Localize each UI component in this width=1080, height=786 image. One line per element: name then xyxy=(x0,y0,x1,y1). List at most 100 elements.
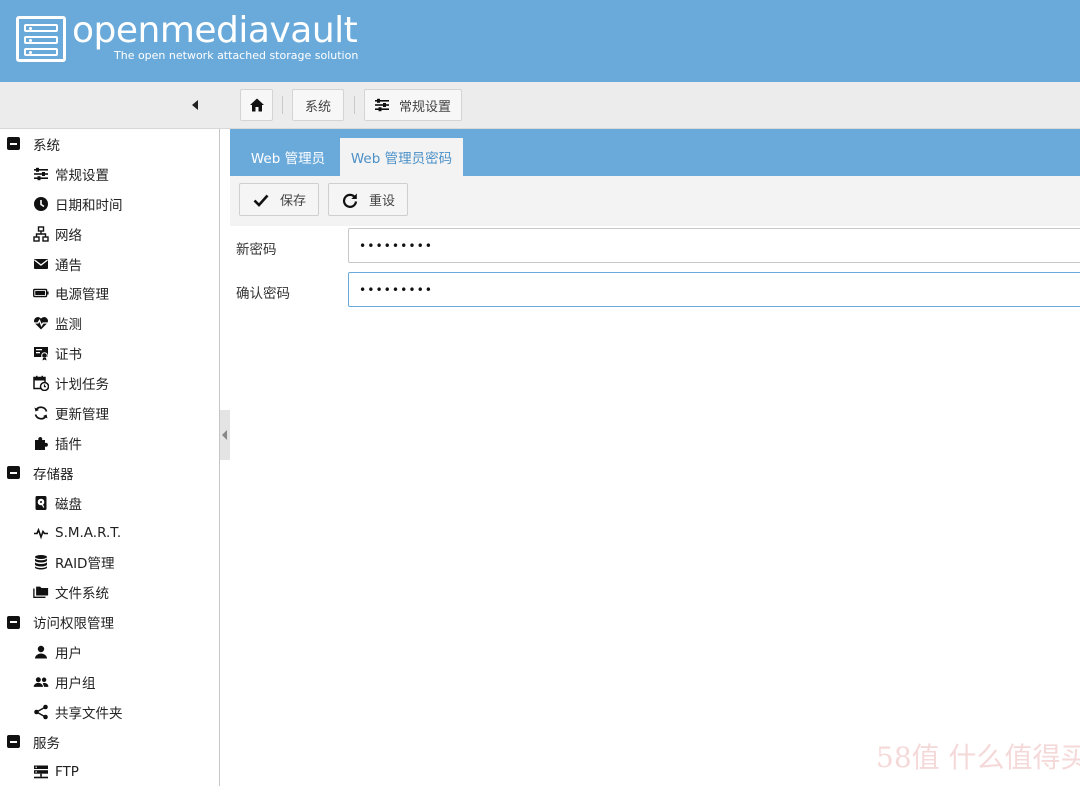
sidebar-group-label: 存储器 xyxy=(33,466,74,483)
reset-button-label: 重设 xyxy=(369,194,396,209)
sidebar-item-groups[interactable]: 用户组 xyxy=(0,667,219,697)
sidebar-item-label: 通告 xyxy=(55,257,82,274)
network-icon xyxy=(32,225,50,242)
sidebar-group-storage[interactable]: 存储器 xyxy=(0,458,219,488)
breadcrumb-general-settings[interactable]: 常规设置 xyxy=(364,89,462,121)
confirm-password-field[interactable] xyxy=(348,272,1080,307)
main-panel: Web 管理员 Web 管理员密码 保存 重设 新密码 确认密码 xyxy=(230,129,1080,786)
sidebar-group-label: 系统 xyxy=(33,137,60,154)
app-header: openmediavault The open network attached… xyxy=(0,0,1080,82)
tab-web-admin-password[interactable]: Web 管理员密码 xyxy=(340,138,463,176)
sidebar-group-services[interactable]: 服务 xyxy=(0,727,219,757)
sidebar-item-certificates[interactable]: 证书 xyxy=(0,338,219,368)
breadcrumb-general-label: 常规设置 xyxy=(399,99,452,115)
certificate-icon xyxy=(32,345,50,361)
collapse-minus-icon xyxy=(7,137,20,151)
sidebar-item-date-time[interactable]: 日期和时间 xyxy=(0,189,219,219)
sidebar-group-system[interactable]: 系统 xyxy=(0,129,219,159)
sidebar-item-label: 文件系统 xyxy=(55,586,109,603)
sidebar-item-label: 网络 xyxy=(55,227,82,244)
sidebar-item-label: 更新管理 xyxy=(55,406,109,423)
sidebar-item-label: 日期和时间 xyxy=(55,197,123,214)
server-icon xyxy=(32,764,50,780)
calendar-clock-icon xyxy=(32,375,50,392)
password-form: 新密码 确认密码 xyxy=(230,226,1080,786)
save-button-label: 保存 xyxy=(280,194,307,209)
breadcrumb-separator xyxy=(282,96,283,114)
sidebar-group-access-rights[interactable]: 访问权限管理 xyxy=(0,607,219,637)
sidebar-item-notification[interactable]: 通告 xyxy=(0,249,219,279)
sidebar-item-shared-folders[interactable]: 共享文件夹 xyxy=(0,697,219,727)
envelope-icon xyxy=(32,256,50,272)
tab-bar: Web 管理员 Web 管理员密码 xyxy=(230,129,1080,176)
save-button[interactable]: 保存 xyxy=(239,183,319,216)
sidebar-item-label: 磁盘 xyxy=(55,496,82,513)
sliders-icon xyxy=(373,97,391,113)
check-icon xyxy=(252,192,270,208)
confirm-password-label: 确认密码 xyxy=(236,286,290,302)
users-icon xyxy=(32,674,50,690)
sidebar-item-label: 共享文件夹 xyxy=(55,705,123,722)
brand-tagline: The open network attached storage soluti… xyxy=(114,49,359,62)
sidebar-item-label: 计划任务 xyxy=(55,377,109,394)
sidebar-group-label: 服务 xyxy=(33,735,60,752)
reset-button[interactable]: 重设 xyxy=(328,183,408,216)
sidebar-nav: 系统 常规设置 日期和时间 网络 通告 电源管理 监测 证书 计划任务 更新管理… xyxy=(0,129,220,786)
new-password-field[interactable] xyxy=(348,228,1080,263)
clock-icon xyxy=(32,196,50,212)
sidebar-item-label: 用户组 xyxy=(55,675,96,692)
sidebar-item-raid[interactable]: RAID管理 xyxy=(0,547,219,577)
sidebar-item-general-settings[interactable]: 常规设置 xyxy=(0,159,219,189)
sidebar-item-label: 监测 xyxy=(55,317,82,334)
tab-web-admin[interactable]: Web 管理员 xyxy=(240,138,336,176)
breadcrumb-separator xyxy=(354,96,355,114)
sidebar-item-monitoring[interactable]: 监测 xyxy=(0,308,219,338)
form-row-new-password: 新密码 xyxy=(230,228,1080,264)
sidebar-item-label: RAID管理 xyxy=(55,556,115,573)
heartbeat-icon xyxy=(32,315,50,331)
server-logo-icon xyxy=(16,16,66,62)
sidebar-item-filesystems[interactable]: 文件系统 xyxy=(0,577,219,607)
collapse-minus-icon xyxy=(7,735,20,749)
collapse-sidebar-icon[interactable] xyxy=(186,96,204,114)
sidebar-item-label: 插件 xyxy=(55,436,82,453)
sidebar-item-disks[interactable]: 磁盘 xyxy=(0,488,219,518)
sidebar-splitter-handle[interactable] xyxy=(220,410,230,460)
sidebar-item-label: 电源管理 xyxy=(55,287,109,304)
sidebar-item-power[interactable]: 电源管理 xyxy=(0,278,219,308)
sidebar-item-plugins[interactable]: 插件 xyxy=(0,428,219,458)
user-icon xyxy=(32,644,50,660)
sidebar-item-scheduled-jobs[interactable]: 计划任务 xyxy=(0,368,219,398)
home-icon xyxy=(248,97,266,113)
sidebar-item-ftp[interactable]: FTP xyxy=(0,757,219,786)
share-icon xyxy=(32,704,50,720)
breadcrumb-system[interactable]: 系统 xyxy=(292,89,344,121)
form-row-confirm-password: 确认密码 xyxy=(230,272,1080,308)
sidebar-item-label: 常规设置 xyxy=(55,167,109,184)
new-password-label: 新密码 xyxy=(236,242,277,258)
brand-title: openmediavault xyxy=(72,10,358,51)
sliders-icon xyxy=(32,166,50,182)
collapse-minus-icon xyxy=(7,615,20,629)
sidebar-item-network[interactable]: 网络 xyxy=(0,219,219,249)
sidebar-item-smart[interactable]: S.M.A.R.T. xyxy=(0,518,219,548)
database-icon xyxy=(32,554,50,570)
action-toolbar: 保存 重设 xyxy=(230,176,1080,226)
sidebar-item-label: 用户 xyxy=(55,646,82,663)
collapse-minus-icon xyxy=(7,466,20,480)
puzzle-icon xyxy=(32,435,50,451)
disk-icon xyxy=(32,495,50,511)
refresh-icon xyxy=(341,192,359,208)
battery-icon xyxy=(32,285,50,301)
sidebar-item-users[interactable]: 用户 xyxy=(0,637,219,667)
pulse-icon xyxy=(32,525,50,541)
breadcrumb-bar: 系统 常规设置 xyxy=(0,82,1080,129)
sidebar-item-update-management[interactable]: 更新管理 xyxy=(0,398,219,428)
folders-icon xyxy=(32,584,50,600)
sidebar-group-label: 访问权限管理 xyxy=(33,616,114,633)
sidebar-item-label: 证书 xyxy=(55,347,82,364)
sidebar-item-label: S.M.A.R.T. xyxy=(55,524,122,541)
sync-icon xyxy=(32,405,50,421)
sidebar-item-label: FTP xyxy=(55,763,79,780)
breadcrumb-home[interactable] xyxy=(240,89,273,121)
